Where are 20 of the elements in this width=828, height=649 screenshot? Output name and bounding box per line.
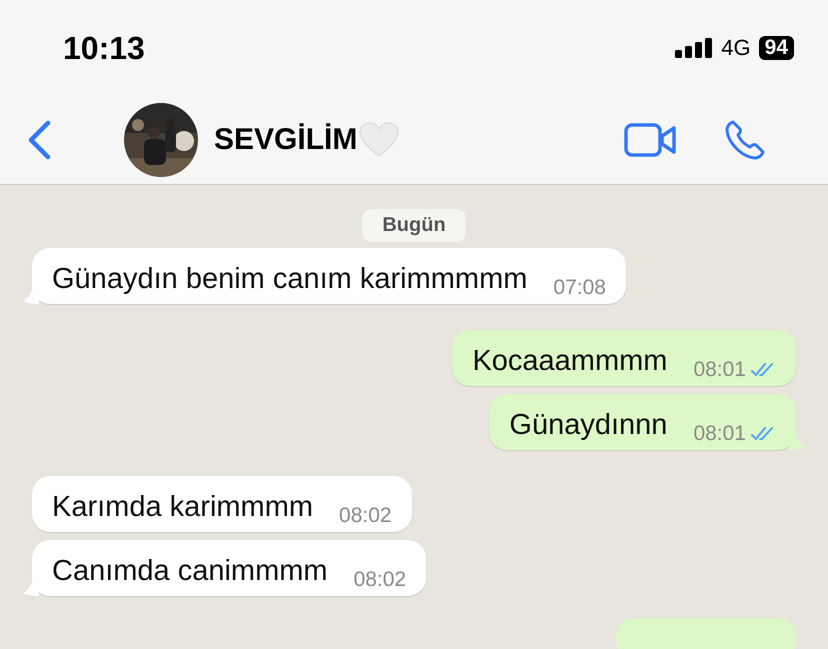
- video-call-icon[interactable]: [624, 122, 676, 156]
- network-label: 4G: [721, 34, 751, 60]
- contact-name[interactable]: SEVGİLİM: [214, 122, 358, 156]
- heart-icon: [359, 122, 400, 158]
- message-time: 08:02: [354, 568, 406, 592]
- message-time: 07:08: [553, 276, 606, 300]
- message-time: 08:01: [693, 422, 746, 446]
- message-text: Günaydın benim canım karimmmmm: [52, 262, 528, 296]
- message-text: Kocaaammmm: [472, 344, 668, 378]
- message-time: 08:02: [339, 504, 392, 528]
- phone-call-icon[interactable]: [724, 118, 766, 160]
- message-text: Karımda karimmmm: [52, 490, 314, 524]
- status-time: 10:13: [63, 30, 145, 67]
- message-time: 08:01: [693, 358, 746, 382]
- back-icon[interactable]: [26, 120, 52, 160]
- message-text: Günaydınnn: [509, 408, 668, 442]
- signal-icon: [675, 38, 714, 58]
- message-text: Canımda canimmmm: [52, 554, 328, 588]
- date-divider: Bugün: [362, 209, 466, 242]
- battery-level: 94: [758, 36, 794, 60]
